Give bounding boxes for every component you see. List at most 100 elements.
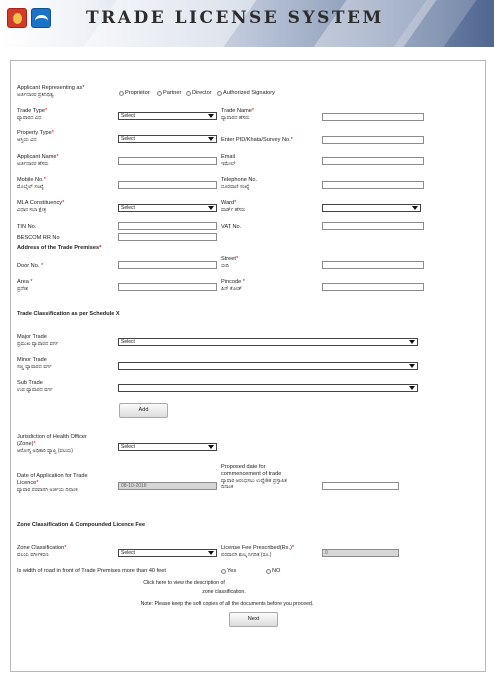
date-of-application-input[interactable]: 08-10-2016 xyxy=(118,482,217,490)
radio-circle-icon[interactable] xyxy=(266,568,271,574)
trade-name-input[interactable] xyxy=(322,113,424,121)
radio-circle-icon[interactable] xyxy=(157,90,162,96)
mla-select-value: Select xyxy=(121,205,135,211)
door-label-text: Door No. xyxy=(17,263,40,269)
telephone-input[interactable] xyxy=(322,181,424,189)
radio-authorized-signatory[interactable]: Authorized Signatory xyxy=(217,90,275,96)
street-label: Street* ಬೀದಿ xyxy=(221,256,239,269)
minor-trade-label-kn: ಸಣ್ಣ ವ್ಯಾಪಾರದ ವರ್ಗ xyxy=(17,363,52,370)
dropdown-arrow-icon xyxy=(409,364,415,368)
add-trade-button[interactable]: Add xyxy=(119,403,168,418)
bescom-input[interactable] xyxy=(118,233,217,241)
dropdown-arrow-icon xyxy=(208,114,214,118)
street-label-text: Street xyxy=(221,256,236,262)
property-type-select[interactable]: Select xyxy=(118,135,217,143)
proposed-date-input[interactable] xyxy=(322,482,399,490)
zone-classification-select[interactable]: Select xyxy=(118,549,217,557)
area-label-text: Area xyxy=(17,279,29,285)
radio-circle-icon[interactable] xyxy=(221,568,226,574)
major-trade-select[interactable]: Select xyxy=(118,338,418,346)
app-title: TRADE LICENSE SYSTEM xyxy=(86,8,384,28)
date-of-application-label-line2: Licence xyxy=(17,479,37,486)
radio-director[interactable]: Director xyxy=(186,90,212,96)
date-of-application-label-line1: Date of Application for Trade xyxy=(17,473,88,479)
health-officer-label-line1: Jurisdiction of Health Officer xyxy=(17,434,87,440)
ward-label-kn: ವಾರ್ಡ್ ಹೆಸರು xyxy=(221,206,246,213)
ward-label-text: Ward xyxy=(221,200,235,206)
date-of-application-label-kn: ವ್ಯಾಪಾರ ಪರವಾನಗಿ ಅರ್ಜಿಯ ದಿನಾಂಕ xyxy=(17,486,78,493)
email-input[interactable] xyxy=(322,157,424,165)
health-officer-label-line2: (Zone) xyxy=(17,440,34,447)
pid-input[interactable] xyxy=(322,136,424,144)
door-input[interactable] xyxy=(118,261,217,269)
road-width-label: Is width of road in front of Trade Premi… xyxy=(17,568,166,574)
radio-road-no-label: NO xyxy=(272,568,281,574)
trade-license-form: Applicant Representing as* ಅರ್ಜಿದಾರರ ಪ್ರ… xyxy=(10,60,486,672)
mla-label-text: MLA Constituency xyxy=(17,200,63,206)
sub-trade-select[interactable] xyxy=(118,384,418,392)
mobile-label-kn: ಮೊಬೈಲ್ ಸಂಖ್ಯೆ xyxy=(17,183,44,190)
property-type-label-kn: ಆಸ್ತಿಯ ವಿಧ xyxy=(17,136,37,143)
zone-description-link[interactable]: Click here to view the description of xyxy=(119,580,249,586)
property-type-select-value: Select xyxy=(121,136,135,142)
door-label: Door No. * xyxy=(17,263,44,269)
health-officer-select-value: Select xyxy=(121,444,135,450)
radio-partner-label: Partner xyxy=(163,90,182,96)
radio-authorized-signatory-label: Authorized Signatory xyxy=(223,90,275,96)
next-button[interactable]: Next xyxy=(229,612,278,627)
email-label: Email ಇಮೇಲ್ xyxy=(221,154,236,167)
date-of-application-label: Date of Application for Trade Licence* ವ… xyxy=(17,473,88,493)
health-officer-select[interactable]: Select xyxy=(118,443,217,451)
radio-circle-icon[interactable] xyxy=(217,90,222,96)
trade-name-label-text: Trade Name xyxy=(221,108,252,114)
karnataka-emblem-logo xyxy=(7,8,27,28)
zone-description-link-line2[interactable]: zone classification. xyxy=(119,589,329,595)
pid-label: Enter PID/Khata/Survey No.* xyxy=(221,137,293,143)
street-input[interactable] xyxy=(322,261,424,269)
dropdown-arrow-icon xyxy=(208,551,214,555)
sub-trade-label: Sub Trade ಉಪ ವ್ಯಾಪಾರದ ವರ್ಗ xyxy=(17,380,53,393)
minor-trade-select[interactable] xyxy=(118,362,418,370)
vat-label-text: VAT No. xyxy=(221,224,242,230)
header-banner: TRADE LICENSE SYSTEM xyxy=(0,0,494,47)
radio-circle-icon[interactable] xyxy=(119,90,124,96)
area-label-kn: ಪ್ರದೇಶ xyxy=(17,285,29,292)
major-trade-label: Major Trade ಪ್ರಮುಖ ವ್ಯಾಪಾರದ ವರ್ಗ xyxy=(17,334,58,347)
tin-input[interactable] xyxy=(118,222,217,230)
mla-select[interactable]: Select xyxy=(118,204,217,212)
pid-label-text: Enter PID/Khata/Survey No. xyxy=(221,137,291,143)
mobile-input[interactable] xyxy=(118,181,217,189)
minor-trade-label-text: Minor Trade xyxy=(17,357,47,363)
radio-road-yes[interactable]: Yes xyxy=(221,568,236,574)
radio-proprietor[interactable]: Proprietor xyxy=(119,90,150,96)
vat-input[interactable] xyxy=(322,222,424,230)
applicant-name-label: Applicant Name* ಅರ್ಜಿದಾರರ ಹೆಸರು xyxy=(17,154,59,167)
trade-name-label: Trade Name* ವ್ಯಾಪಾರದ ಹೆಸರು xyxy=(221,108,255,121)
address-section-title: Address of the Trade Premises xyxy=(17,245,100,251)
dropdown-arrow-icon xyxy=(409,386,415,390)
bbmp-logo xyxy=(31,8,51,28)
applicant-name-label-kn: ಅರ್ಜಿದಾರರ ಹೆಸರು xyxy=(17,160,49,167)
pincode-label: Pincode * ಪಿನ್ ಕೋಡ್ xyxy=(221,279,245,292)
radio-director-label: Director xyxy=(192,90,212,96)
street-label-kn: ಬೀದಿ xyxy=(221,262,230,269)
zone-classification-label-kn: ವಲಯ ವರ್ಗೀಕರಣ xyxy=(17,551,49,558)
trade-type-select[interactable]: Select xyxy=(118,112,217,120)
pincode-input[interactable] xyxy=(322,283,424,291)
tin-label: TIN No. xyxy=(17,224,36,231)
ward-select[interactable] xyxy=(322,204,421,212)
dropdown-arrow-icon xyxy=(409,340,415,344)
radio-road-no[interactable]: NO xyxy=(266,568,280,574)
representing-label-text: Applicant Representing as xyxy=(17,85,83,91)
zone-section-header: Zone Classification & Compounded Licence… xyxy=(17,522,146,528)
applicant-name-input[interactable] xyxy=(118,157,217,165)
major-trade-select-value: Select xyxy=(121,339,135,345)
mobile-label: Mobile No.* ಮೊಬೈಲ್ ಸಂಖ್ಯೆ xyxy=(17,177,46,190)
health-officer-label: Jurisdiction of Health Officer (Zone)* ಆ… xyxy=(17,434,87,454)
radio-circle-icon[interactable] xyxy=(186,90,191,96)
radio-partner[interactable]: Partner xyxy=(157,90,181,96)
area-input[interactable] xyxy=(118,283,217,291)
property-type-label-text: Property Type xyxy=(17,130,52,136)
trade-type-label-text: Trade Type xyxy=(17,108,45,114)
ward-label: Ward* ವಾರ್ಡ್ ಹೆಸರು xyxy=(221,200,246,213)
